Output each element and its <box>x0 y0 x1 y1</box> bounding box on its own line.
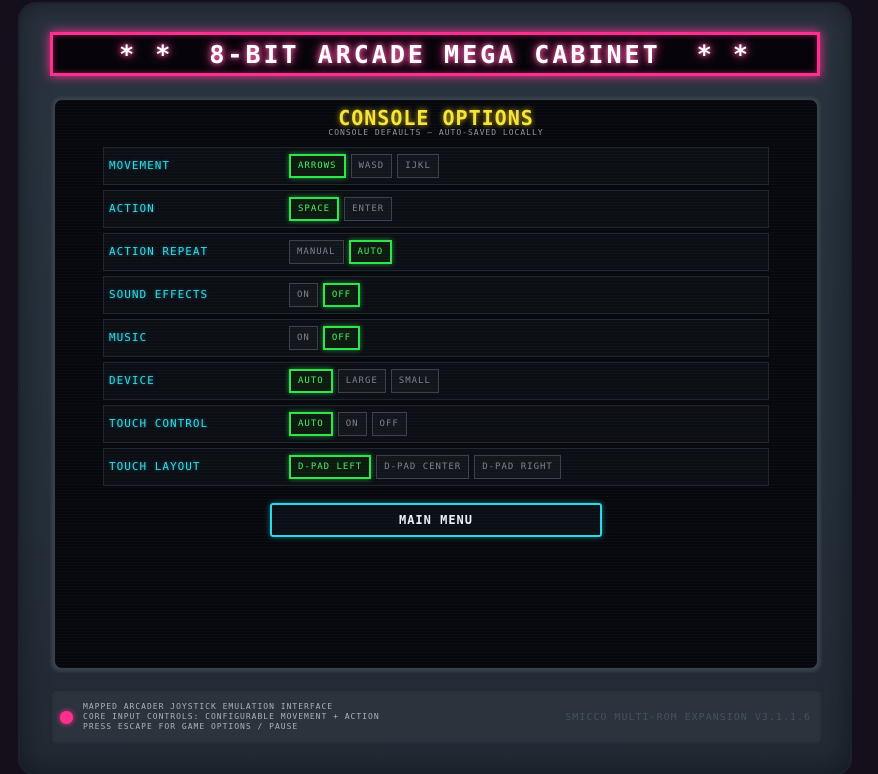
option-choices-touch-control: AUTO ON OFF <box>289 412 407 436</box>
option-choices-sound-effects: ON OFF <box>289 283 361 307</box>
option-row-action: ACTION SPACE ENTER <box>103 190 769 228</box>
action-repeat-manual-button[interactable]: MANUAL <box>289 240 344 264</box>
options-list: MOVEMENT ARROWS WASD IJKL ACTION SPACE ENTER AC… <box>103 147 769 491</box>
movement-wasd-button[interactable]: WASD <box>350 154 393 178</box>
option-choices-touch-layout: D-PAD LEFT D-PAD CENTER D-PAD RIGHT <box>289 455 561 479</box>
device-auto-button[interactable]: AUTO <box>289 369 333 393</box>
option-row-action-repeat: ACTION REPEAT MANUAL AUTO <box>103 233 769 271</box>
touch-control-auto-button[interactable]: AUTO <box>289 412 333 436</box>
option-choices-movement: ARROWS WASD IJKL <box>289 154 439 178</box>
sound-effects-on-button[interactable]: ON <box>289 283 318 307</box>
option-choices-action-repeat: MANUAL AUTO <box>289 240 393 264</box>
option-label-music: MUSIC <box>109 331 148 344</box>
option-row-touch-layout: TOUCH LAYOUT D-PAD LEFT D-PAD CENTER D-PAD … <box>103 448 769 486</box>
footer-line: PRESS ESCAPE FOR GAME OPTIONS / PAUSE <box>83 722 299 731</box>
action-enter-button[interactable]: ENTER <box>344 197 393 221</box>
music-on-button[interactable]: ON <box>289 326 318 350</box>
option-label-action-repeat: ACTION REPEAT <box>109 245 209 258</box>
footer-line: MAPPED ARCADER JOYSTICK EMULATION INTERF… <box>83 702 334 711</box>
option-choices-music: ON OFF <box>289 326 361 350</box>
touch-layout-d-pad-right-button[interactable]: D-PAD RIGHT <box>474 455 561 479</box>
device-large-button[interactable]: LARGE <box>337 369 386 393</box>
option-label-device: DEVICE <box>109 374 155 387</box>
status-footer: MAPPED ARCADER JOYSTICK EMULATION INTERF… <box>50 689 823 745</box>
console-options-screen: CONSOLE OPTIONS CONSOLE DEFAULTS — AUTO-… <box>55 100 817 668</box>
option-label-action: ACTION <box>109 202 155 215</box>
touch-layout-d-pad-center-button[interactable]: D-PAD CENTER <box>376 455 470 479</box>
movement-arrows-button[interactable]: ARROWS <box>289 154 346 178</box>
marquee-title: * * 8-BIT ARCADE MEGA CABINET * * <box>119 39 751 69</box>
option-label-sound-effects: SOUND EFFECTS <box>109 288 209 301</box>
power-led-icon <box>60 711 73 724</box>
movement-ijkl-button[interactable]: IJKL <box>397 154 439 178</box>
panel-title: CONSOLE OPTIONS <box>338 106 534 130</box>
footer-info: MAPPED ARCADER JOYSTICK EMULATION INTERF… <box>83 702 380 732</box>
option-label-touch-layout: TOUCH LAYOUT <box>109 460 201 473</box>
action-repeat-auto-button[interactable]: AUTO <box>348 240 393 264</box>
touch-control-on-button[interactable]: ON <box>337 412 367 436</box>
marquee: * * 8-BIT ARCADE MEGA CABINET * * <box>50 32 820 76</box>
panel-subtitle: CONSOLE DEFAULTS — AUTO-SAVED LOCALLY <box>328 128 544 137</box>
action-space-button[interactable]: SPACE <box>289 197 340 221</box>
sound-effects-off-button[interactable]: OFF <box>322 283 361 307</box>
touch-control-off-button[interactable]: OFF <box>371 412 407 436</box>
version-label: SMICCO MULTI-ROM EXPANSION V3.1.1.6 <box>565 712 811 723</box>
touch-layout-d-pad-left-button[interactable]: D-PAD LEFT <box>289 455 372 479</box>
main-menu-button[interactable]: MAIN MENU <box>270 503 602 537</box>
footer-line: CORE INPUT CONTROLS: CONFIGURABLE MOVEME… <box>83 712 380 721</box>
music-off-button[interactable]: OFF <box>322 326 361 350</box>
option-row-device: DEVICE AUTO LARGE SMALL <box>103 362 769 400</box>
option-choices-device: AUTO LARGE SMALL <box>289 369 439 393</box>
option-label-movement: MOVEMENT <box>109 159 170 172</box>
option-row-movement: MOVEMENT ARROWS WASD IJKL <box>103 147 769 185</box>
device-small-button[interactable]: SMALL <box>390 369 439 393</box>
option-row-sound-effects: SOUND EFFECTS ON OFF <box>103 276 769 314</box>
option-label-touch-control: TOUCH CONTROL <box>109 417 209 430</box>
option-row-music: MUSIC ON OFF <box>103 319 769 357</box>
option-row-touch-control: TOUCH CONTROL AUTO ON OFF <box>103 405 769 443</box>
option-choices-action: SPACE ENTER <box>289 197 393 221</box>
